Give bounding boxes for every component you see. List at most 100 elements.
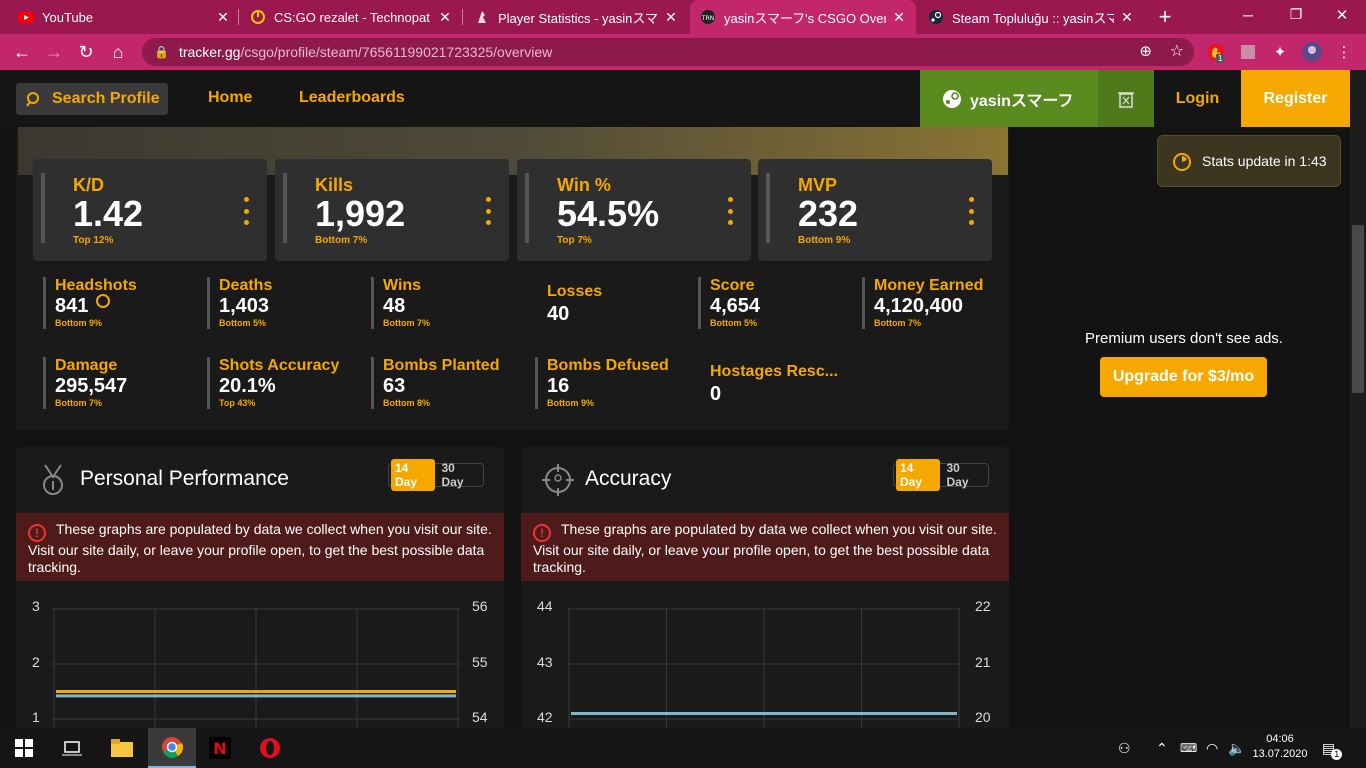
- scrollbar-thumb[interactable]: [1352, 225, 1364, 393]
- opera-icon[interactable]: [246, 728, 294, 768]
- unlink-steam-button[interactable]: [1098, 70, 1154, 127]
- stat-rank: Bottom 7%: [55, 398, 102, 408]
- toggle-14-day[interactable]: 14 Day: [391, 459, 435, 491]
- star-icon[interactable]: ☆: [1170, 41, 1184, 61]
- stat-accent-bar: [371, 277, 374, 329]
- close-icon[interactable]: ✕: [438, 9, 452, 26]
- medal-icon: [43, 464, 63, 495]
- toast-text: Stats update in 1:43: [1202, 153, 1327, 169]
- csgo-stats-icon: [474, 9, 490, 25]
- search-profile-button[interactable]: Search Profile: [16, 83, 168, 115]
- alert-icon: !: [28, 524, 46, 542]
- more-options-icon[interactable]: [968, 197, 974, 225]
- tab-title: yasinスマーフ's CSGO Overview S: [724, 10, 886, 26]
- toggle-30-day[interactable]: 30 Day: [943, 459, 987, 491]
- home-icon[interactable]: ⌂: [102, 36, 134, 68]
- personal-performance-panel: Personal Performance 14 Day 30 Day ! Thes…: [16, 447, 504, 728]
- stat-rank: Top 12%: [73, 235, 114, 246]
- url-bar[interactable]: 🔒 tracker.gg/csgo/profile/steam/76561199…: [142, 38, 1194, 66]
- y-tick-right: 20: [975, 709, 991, 725]
- tracking-alert: ! These graphs are populated by data we c…: [521, 513, 1009, 581]
- nav-leaderboards[interactable]: Leaderboards: [299, 89, 405, 107]
- stat-label: Shots Accuracy: [219, 357, 340, 374]
- tab-youtube[interactable]: YouTube ✕: [8, 0, 240, 34]
- steam-user-button[interactable]: yasinスマーフ: [920, 70, 1098, 127]
- tab-title: Steam Topluluğu :: yasinスマーフ: [952, 10, 1114, 26]
- add-circle-icon[interactable]: ⊕: [1139, 42, 1152, 60]
- svg-text:TRN: TRN: [701, 15, 714, 22]
- close-icon[interactable]: ✕: [216, 9, 230, 26]
- stat-value: 48: [383, 295, 406, 317]
- youtube-icon: [18, 9, 34, 25]
- stat-rank: Bottom 5%: [219, 318, 266, 328]
- puzzle-extensions-icon[interactable]: ✦: [1270, 42, 1290, 62]
- stat-value: 1.42: [73, 193, 144, 234]
- adblock-extension-icon[interactable]: ✋1: [1206, 42, 1226, 63]
- restore-window-button[interactable]: ❐: [1286, 6, 1306, 26]
- tab-technopat[interactable]: CS:GO rezalet - Technopat Sos ✕: [240, 0, 462, 34]
- browser-menu-icon[interactable]: ⋮: [1334, 42, 1354, 62]
- premium-notice: Premium users don't see ads.: [1085, 330, 1283, 347]
- stat-bombs-planted: Bombs Planted 63 Bottom 8%: [371, 357, 526, 409]
- more-options-icon[interactable]: [485, 197, 491, 225]
- y-tick-left: 1: [32, 709, 40, 725]
- y-tick-right: 55: [472, 654, 488, 670]
- steam-icon: [928, 9, 944, 25]
- site-header: Search Profile Home Leaderboards yasinスマ…: [0, 70, 1350, 127]
- netflix-icon[interactable]: N: [196, 728, 244, 768]
- system-clock[interactable]: 04:06 13.07.2020: [1250, 732, 1310, 762]
- stat-value: 841: [55, 295, 89, 317]
- stat-hostages-resc: Hostages Resc... 0: [698, 357, 853, 409]
- close-window-button[interactable]: ✕: [1332, 6, 1352, 26]
- reload-icon[interactable]: ↻: [70, 36, 102, 68]
- stat-rank: Bottom 7%: [383, 318, 430, 328]
- register-button[interactable]: Register: [1241, 70, 1350, 127]
- stat-accent-bar: [283, 173, 287, 243]
- people-icon[interactable]: ⚇: [1118, 728, 1131, 768]
- volume-icon[interactable]: 🔈: [1228, 728, 1245, 768]
- stat-value: 295,547: [55, 375, 128, 397]
- extension-icon[interactable]: [1238, 42, 1258, 62]
- close-icon[interactable]: ✕: [664, 9, 678, 26]
- toggle-30-day[interactable]: 30 Day: [438, 459, 482, 491]
- forward-arrow-icon[interactable]: →: [38, 36, 70, 68]
- tab-player-statistics[interactable]: Player Statistics - yasinスマーフ | ✕: [464, 0, 688, 34]
- close-icon[interactable]: ✕: [892, 9, 906, 26]
- close-icon[interactable]: ✕: [1120, 9, 1134, 26]
- windows-start-icon[interactable]: [0, 728, 48, 768]
- y-tick-right: 54: [472, 709, 488, 725]
- new-tab-button[interactable]: +: [1152, 4, 1178, 30]
- stat-label: Hostages Resc...: [710, 363, 839, 380]
- chrome-icon[interactable]: [148, 728, 196, 768]
- tab-steam-community[interactable]: Steam Topluluğu :: yasinスマーフ ✕: [918, 0, 1144, 34]
- page-scrollbar[interactable]: [1350, 70, 1366, 728]
- file-explorer-icon[interactable]: [98, 728, 146, 768]
- task-view-icon[interactable]: [48, 728, 96, 768]
- stat-money-earned: Money Earned 4,120,400 Bottom 7%: [862, 277, 1017, 329]
- nav-home[interactable]: Home: [208, 89, 252, 107]
- more-options-icon[interactable]: [243, 197, 249, 225]
- more-options-icon[interactable]: [727, 197, 733, 225]
- profile-avatar[interactable]: [1302, 42, 1322, 62]
- stat-accent-bar: [371, 357, 374, 409]
- stat-rank: Bottom 5%: [710, 318, 757, 328]
- tab-divider: [462, 9, 463, 25]
- chevron-up-icon[interactable]: ⌃: [1156, 728, 1168, 768]
- login-button[interactable]: Login: [1154, 70, 1241, 127]
- wifi-icon[interactable]: ◠: [1206, 728, 1218, 768]
- y-tick-left: 43: [537, 654, 553, 670]
- keyboard-icon[interactable]: ⌨: [1180, 728, 1197, 768]
- y-tick-left: 44: [537, 598, 553, 614]
- stat-accent-bar: [43, 357, 46, 409]
- panel-title: Accuracy: [585, 467, 672, 490]
- minimize-window-button[interactable]: ─: [1238, 7, 1258, 27]
- tab-tracker-overview[interactable]: TRN yasinスマーフ's CSGO Overview S ✕: [690, 0, 916, 34]
- upgrade-button[interactable]: Upgrade for $3/mo: [1100, 357, 1267, 397]
- back-arrow-icon[interactable]: ←: [6, 36, 38, 68]
- notification-icon[interactable]: ▤ 1: [1322, 728, 1343, 768]
- y-tick-right: 22: [975, 598, 991, 614]
- toggle-14-day[interactable]: 14 Day: [896, 459, 940, 491]
- windows-taskbar: N ⚇ ⌃ ⌨ ◠ 🔈 04:06 13.07.2020 ▤ 1: [0, 728, 1366, 768]
- alert-text: These graphs are populated by data we co…: [533, 521, 997, 575]
- performance-line-chart: [52, 607, 460, 728]
